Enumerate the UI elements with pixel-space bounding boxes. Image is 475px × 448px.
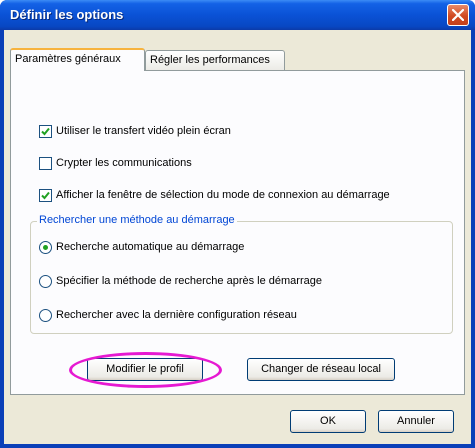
change-network-button[interactable]: Changer de réseau local xyxy=(247,358,395,381)
tab-general-settings[interactable]: Paramètres généraux xyxy=(10,48,145,71)
specify-method-label: Spécifier la méthode de recherche après … xyxy=(56,275,322,287)
checkmark-icon xyxy=(41,127,50,135)
fullscreen-video-label: Utiliser le transfert vidéo plein écran xyxy=(56,125,231,137)
search-method-legend: Rechercher une méthode au démarrage xyxy=(37,214,237,226)
radio-last-config[interactable]: Rechercher avec la dernière configuratio… xyxy=(39,307,297,323)
encrypt-label: Crypter les communications xyxy=(56,157,192,169)
options-dialog: Définir les options Paramètres généraux … xyxy=(0,0,475,448)
show-connection-mode-label: Afficher la fenêtre de sélection du mode… xyxy=(56,189,390,201)
modify-profile-button[interactable]: Modifier le profil xyxy=(87,358,203,381)
radio-auto-search[interactable]: Recherche automatique au démarrage xyxy=(39,239,244,255)
checkmark-icon xyxy=(41,191,50,199)
auto-search-radio[interactable] xyxy=(39,240,52,254)
radio-specify-method[interactable]: Spécifier la méthode de recherche après … xyxy=(39,273,322,289)
tab-general-settings-label: Paramètres généraux xyxy=(15,53,121,65)
show-connection-mode-checkbox[interactable] xyxy=(39,188,52,202)
dialog-title: Définir les options xyxy=(10,7,124,22)
last-config-radio[interactable] xyxy=(39,308,52,322)
fullscreen-video-checkbox[interactable] xyxy=(39,124,52,138)
cancel-button[interactable]: Annuler xyxy=(378,410,454,433)
close-icon xyxy=(452,9,464,21)
specify-method-radio[interactable] xyxy=(39,274,52,288)
close-button[interactable] xyxy=(447,4,469,26)
tab-performance[interactable]: Régler les performances xyxy=(145,50,285,70)
encrypt-checkbox[interactable] xyxy=(39,156,52,170)
auto-search-label: Recherche automatique au démarrage xyxy=(56,241,245,253)
dialog-client-area: Paramètres généraux Régler les performan… xyxy=(4,30,471,444)
last-config-label: Rechercher avec la dernière configuratio… xyxy=(56,309,297,321)
title-bar[interactable]: Définir les options xyxy=(0,0,475,30)
option-show-connection-mode[interactable]: Afficher la fenêtre de sélection du mode… xyxy=(39,187,390,203)
tab-performance-label: Régler les performances xyxy=(150,54,270,66)
option-fullscreen-video[interactable]: Utiliser le transfert vidéo plein écran xyxy=(39,123,231,139)
ok-button[interactable]: OK xyxy=(290,410,366,433)
general-settings-panel: Utiliser le transfert vidéo plein écran … xyxy=(10,70,465,395)
option-encrypt[interactable]: Crypter les communications xyxy=(39,155,192,171)
